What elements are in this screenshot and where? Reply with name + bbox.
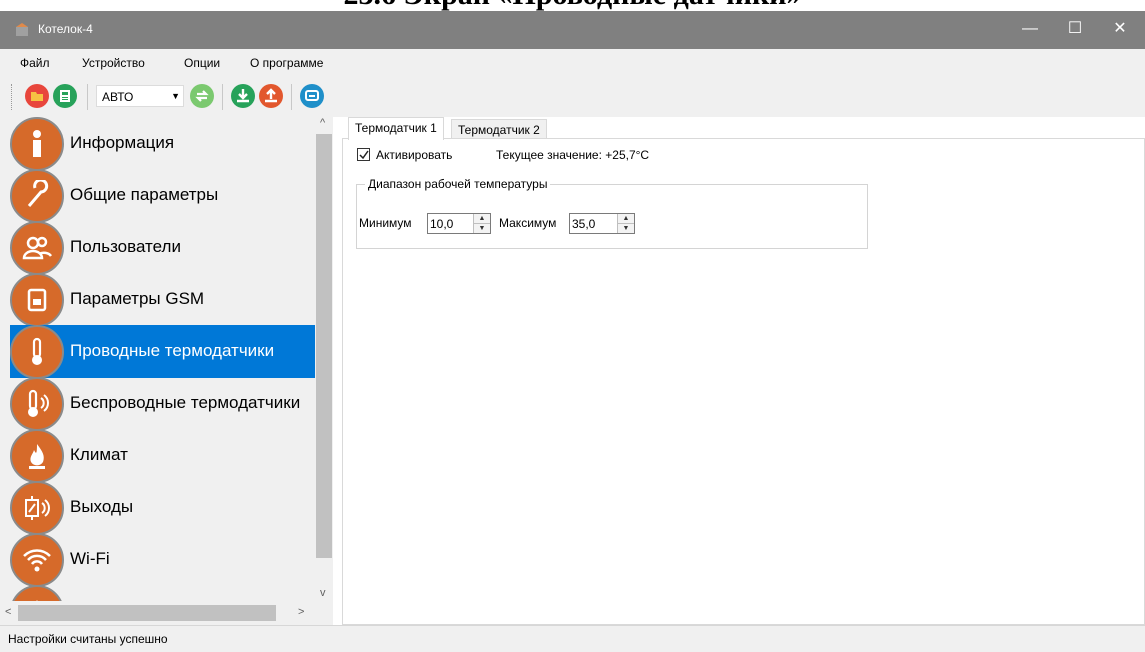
stepper-buttons: ▲ ▼ [473, 214, 490, 233]
scroll-right-arrow[interactable]: > [298, 606, 304, 618]
toolbar-grip[interactable] [11, 84, 15, 110]
folder-icon [31, 92, 43, 101]
menu-device[interactable]: Устройство [82, 56, 145, 70]
save-button[interactable] [53, 84, 77, 108]
toolbar-separator [87, 84, 88, 110]
toolbar-separator [222, 84, 223, 110]
tab-panel: Активировать Текущее значение: +25,7°C Д… [342, 138, 1145, 625]
tab-sensor-1[interactable]: Термодатчик 1 [348, 117, 444, 140]
menu-options[interactable]: Опции [184, 56, 220, 70]
upload-button[interactable] [259, 84, 283, 108]
sidebar-item-label: Общие параметры [70, 185, 219, 204]
monitor-icon [305, 90, 319, 101]
activate-label[interactable]: Активировать [376, 148, 452, 162]
sidebar-item-climate[interactable]: Климат [0, 429, 315, 483]
stepper-up-icon[interactable]: ▲ [618, 214, 634, 223]
app-icon [16, 23, 28, 36]
sidebar-item-label: Пользователи [70, 237, 181, 256]
menu-about[interactable]: О программе [250, 56, 323, 70]
sidebar-item-wired-sensors[interactable]: Проводные термодатчики [10, 325, 315, 379]
stepper-up-icon[interactable]: ▲ [474, 214, 490, 223]
download-button[interactable] [231, 84, 255, 108]
maximize-button[interactable]: ☐ [1055, 11, 1095, 49]
mode-select-value: АВТО [102, 90, 134, 104]
download-icon [237, 89, 249, 103]
stepper-buttons: ▲ ▼ [617, 214, 634, 233]
menu-bar: Файл Устройство Опции О программе [0, 49, 1145, 77]
toolbar-separator [291, 84, 292, 110]
stepper-down-icon[interactable]: ▼ [474, 223, 490, 233]
window-title: Котелок-4 [38, 22, 93, 36]
scroll-left-arrow[interactable]: < [5, 606, 11, 618]
maximum-stepper[interactable]: 35,0 ▲ ▼ [569, 213, 635, 234]
wireless-thermometer-icon [10, 377, 64, 431]
scrollbar-thumb[interactable] [316, 134, 332, 558]
sidebar-item-wifi[interactable]: Wi-Fi [0, 533, 315, 587]
maximum-value[interactable]: 35,0 [572, 217, 595, 231]
upload-icon [265, 88, 277, 103]
scrollbar-thumb[interactable] [18, 605, 276, 621]
users-icon [10, 221, 64, 275]
sidebar-item-users[interactable]: Пользователи [0, 221, 315, 275]
sidebar-item-label: Выходы [70, 497, 134, 516]
sidebar-vertical-scrollbar[interactable]: ^ v [315, 117, 333, 601]
save-icon [60, 90, 70, 102]
minimize-button[interactable]: — [1010, 11, 1050, 49]
sidebar-item-label: Беспроводные термодатчики [70, 393, 301, 412]
minimum-stepper[interactable]: 10,0 ▲ ▼ [427, 213, 491, 234]
exchange-arrows-icon [195, 90, 209, 102]
scroll-up-arrow[interactable]: ^ [320, 117, 325, 129]
monitor-button[interactable] [300, 84, 324, 108]
thermometer-icon [10, 325, 64, 379]
wifi-icon [10, 533, 64, 587]
sidebar-item-label: Проводные термодатчики [70, 341, 275, 360]
sidebar-item-general-parameters[interactable]: Общие параметры [0, 169, 315, 223]
activate-checkbox[interactable] [357, 148, 370, 161]
tab-sensor-2[interactable]: Термодатчик 2 [451, 119, 547, 140]
sidebar-nav: Информация Общие параметры Пользователи … [0, 117, 333, 625]
relay-output-icon [10, 481, 64, 535]
sidebar-item-gsm[interactable]: Параметры GSM [0, 273, 315, 327]
sidebar-horizontal-scrollbar[interactable]: < > [0, 601, 315, 625]
stepper-down-icon[interactable]: ▼ [618, 223, 634, 233]
current-value-text: Текущее значение: +25,7°C [496, 148, 650, 162]
info-icon [10, 117, 64, 171]
checkmark-icon [359, 150, 369, 160]
status-text: Настройки считаны успешно [8, 632, 168, 646]
menu-file[interactable]: Файл [20, 56, 50, 70]
minimum-label: Минимум [359, 216, 412, 230]
sim-card-icon [10, 273, 64, 327]
exchange-button[interactable] [190, 84, 214, 108]
content-area: Термодатчик 1 Термодатчик 2 Активировать… [342, 117, 1145, 625]
sidebar-item-information[interactable]: Информация [0, 117, 315, 171]
sidebar-item-label: Информация [70, 133, 175, 152]
temperature-range-group: Диапазон рабочей температуры Минимум 10,… [356, 177, 868, 249]
sidebar-item-label: Wi-Fi [70, 549, 110, 568]
mode-select[interactable]: АВТО ▼ [96, 85, 184, 107]
open-file-button[interactable] [25, 84, 49, 108]
sidebar-item-label: Климат [70, 445, 128, 464]
flame-icon [10, 429, 64, 483]
status-bar: Настройки считаны успешно [0, 625, 1145, 652]
sidebar-item-outputs[interactable]: Выходы [0, 481, 315, 535]
toolbar: АВТО ▼ [0, 77, 1145, 117]
scroll-down-arrow[interactable]: v [320, 587, 326, 599]
minimum-value[interactable]: 10,0 [430, 217, 453, 231]
maximum-label: Максимум [499, 216, 557, 230]
group-title: Диапазон рабочей температуры [365, 177, 551, 191]
close-button[interactable]: ✕ [1100, 11, 1140, 49]
sidebar-item-wireless-sensors[interactable]: Беспроводные термодатчики [0, 377, 315, 431]
chevron-down-icon[interactable]: ▼ [171, 91, 180, 101]
title-bar: Котелок-4 — ☐ ✕ [0, 11, 1145, 49]
sidebar-item-label: Параметры GSM [70, 289, 205, 308]
wrench-icon [10, 169, 64, 223]
